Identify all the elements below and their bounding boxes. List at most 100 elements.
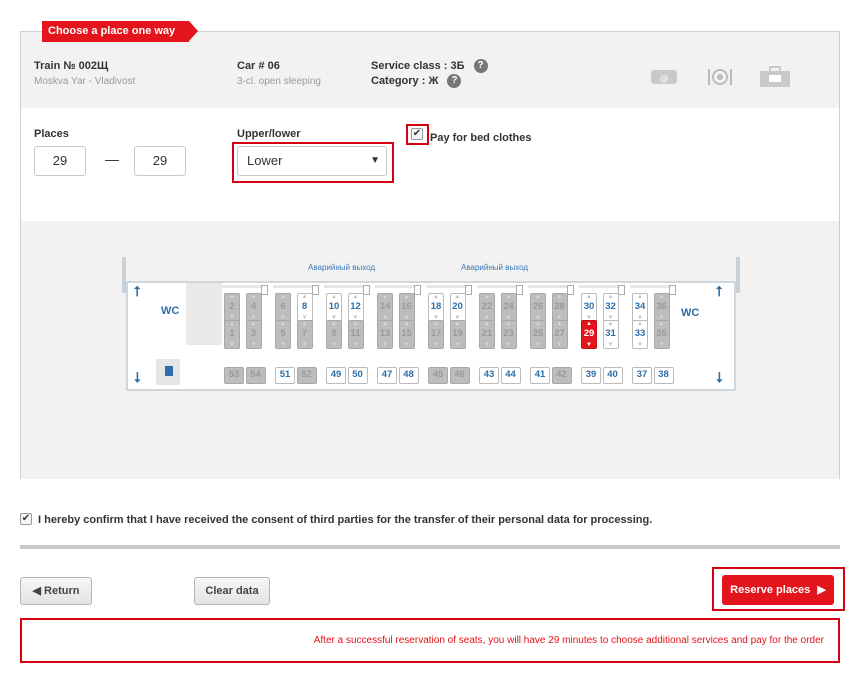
seat-54: 54	[245, 367, 266, 384]
seat-mark-icon: ▲	[352, 321, 359, 327]
arrow-down-icon: ⭣	[716, 369, 723, 385]
seat-9: 9 ▲ ▼	[326, 320, 342, 349]
seat-36: 36 ▲ ▼	[653, 293, 670, 322]
range-dash: —	[105, 151, 119, 167]
place-from-input[interactable]: 29	[34, 146, 86, 176]
return-button[interactable]: ◀ Return	[20, 577, 92, 605]
seat-3: 3 ▲ ▼	[245, 320, 262, 349]
seat-mark-icon: ▲	[301, 321, 308, 327]
divider	[20, 545, 840, 549]
seat-mark-icon: ▲	[607, 294, 614, 300]
seat-30[interactable]: 30 ▲ ▼	[581, 293, 597, 322]
seat-mark-icon: ▲	[250, 294, 257, 300]
seat-48[interactable]: 48	[398, 367, 419, 384]
seat-47[interactable]: 47	[377, 367, 397, 384]
seat-mark-icon: ▼	[454, 342, 461, 348]
seat-46: 46	[449, 367, 470, 384]
seat-mark-icon: ▲	[658, 321, 665, 327]
service-class: Service class : 3Б	[371, 59, 465, 72]
seat-12[interactable]: 12 ▲ ▼	[347, 293, 364, 322]
seat-mark-icon: ▲	[433, 294, 439, 300]
seat-43[interactable]: 43	[479, 367, 499, 384]
wc-label: WC	[681, 307, 700, 319]
seat-14: 14 ▲ ▼	[377, 293, 393, 322]
seat-49[interactable]: 49	[326, 367, 346, 384]
seat-32[interactable]: 32 ▲ ▼	[602, 293, 619, 322]
seat-mark-icon: ▲	[382, 294, 388, 300]
bed-clothes-label: Pay for bed clothes	[430, 132, 532, 144]
seat-40[interactable]: 40	[602, 367, 623, 384]
category: Category : Ж	[371, 74, 439, 87]
table-icon	[669, 285, 676, 295]
seat-mark-icon: ▲	[607, 321, 614, 327]
svg-text:@: @	[660, 74, 669, 84]
seat-50[interactable]: 50	[347, 367, 368, 384]
seat-1: 1 ▲ ▼	[224, 320, 240, 349]
seat-mark-icon: ▲	[280, 321, 286, 327]
seat-mark-icon: ▼	[301, 342, 308, 348]
seat-mark-icon: ▲	[658, 294, 665, 300]
car-scheme-area: Аварийный выход Аварийный выход ⭡ ⭣ WC ⭡…	[21, 221, 839, 479]
seat-4: 4 ▲ ▼	[245, 293, 262, 322]
place-form: Places 29 — 29 Upper/lower Lower ▼ ✔ Pay…	[21, 108, 839, 221]
meal-icon	[705, 66, 735, 88]
seat-34[interactable]: 34 ▲ ▼	[632, 293, 648, 322]
arrow-down-icon: ⭣	[134, 369, 141, 385]
seat-mark-icon: ▲	[280, 294, 286, 300]
clear-data-button[interactable]: Clear data	[194, 577, 270, 605]
seat-26: 26 ▲ ▼	[530, 293, 546, 322]
return-button-label: Return	[44, 585, 80, 597]
table-icon	[312, 285, 319, 295]
upper-lower-select[interactable]: Lower ▼	[237, 146, 387, 176]
seat-39[interactable]: 39	[581, 367, 601, 384]
seat-20[interactable]: 20 ▲ ▼	[449, 293, 466, 322]
help-icon[interactable]: ?	[447, 74, 462, 88]
seat-5: 5 ▲ ▼	[275, 320, 291, 349]
seat-mark-icon: ▲	[535, 294, 541, 300]
car-end	[736, 257, 740, 293]
seat-41[interactable]: 41	[530, 367, 550, 384]
seat-37[interactable]: 37	[632, 367, 652, 384]
seat-mark-icon: ▲	[403, 321, 410, 327]
seat-6: 6 ▲ ▼	[275, 293, 291, 322]
seat-18[interactable]: 18 ▲ ▼	[428, 293, 444, 322]
seat-mark-icon: ▲	[433, 321, 439, 327]
seat-33[interactable]: 33 ▲ ▼	[632, 320, 648, 349]
upper-lower-value: Lower	[247, 153, 283, 168]
seat-42: 42	[551, 367, 572, 384]
seat-21: 21 ▲ ▼	[479, 320, 495, 349]
seat-mark-icon: ▼	[280, 342, 286, 348]
seat-51[interactable]: 51	[275, 367, 295, 384]
seat-10[interactable]: 10 ▲ ▼	[326, 293, 342, 322]
seat-8[interactable]: 8 ▲ ▼	[296, 293, 313, 322]
place-to-input[interactable]: 29	[134, 146, 186, 176]
seat-2: 2 ▲ ▼	[224, 293, 240, 322]
emergency-exit-label: Аварийный выход	[461, 263, 529, 272]
seat-mark-icon: ▲	[229, 321, 235, 327]
seat-44[interactable]: 44	[500, 367, 521, 384]
car-number: Car # 06	[237, 60, 280, 72]
train-info: Train № 002Щ Moskva Yar - Vladivost	[34, 60, 135, 87]
seat-mark-icon: ▲	[586, 294, 592, 300]
car-info: Car # 06 3-cl. open sleeping	[237, 60, 321, 87]
seat-31[interactable]: 31 ▲ ▼	[602, 320, 619, 349]
seat-mark-icon: ▲	[637, 321, 643, 327]
table-icon	[465, 285, 472, 295]
seat-mark-icon: ▲	[301, 294, 308, 300]
table-icon	[261, 285, 268, 295]
seat-mark-icon: ▼	[352, 342, 359, 348]
reserve-places-button[interactable]: Reserve places ▶	[722, 575, 834, 605]
page-title: Choose a place one way	[42, 21, 199, 42]
car-scheme: ⭡ ⭣ WC ⭡ ⭣ WC 2 ▲ ▼ 4 ▲ ▼ 6 ▲ ▼ 8 ▲ ▼ 10 ▲ ▼ 12 ▲ ▼ 14 ▲ ▼ 16…	[126, 281, 736, 391]
back-arrow-icon: ◀	[32, 585, 41, 597]
bed-clothes-checkbox[interactable]: ✔	[411, 128, 423, 140]
seat-mark-icon: ▲	[586, 321, 592, 327]
arrow-up-icon: ⭡	[716, 283, 723, 299]
seat-29[interactable]: 29 ▲ ▼	[581, 320, 597, 349]
table-icon	[567, 285, 574, 295]
seat-mark-icon: ▼	[586, 342, 592, 348]
seat-38[interactable]: 38	[653, 367, 674, 384]
consent-checkbox[interactable]: ✔	[20, 513, 32, 525]
table-icon	[363, 285, 370, 295]
help-icon[interactable]: ?	[473, 59, 488, 73]
